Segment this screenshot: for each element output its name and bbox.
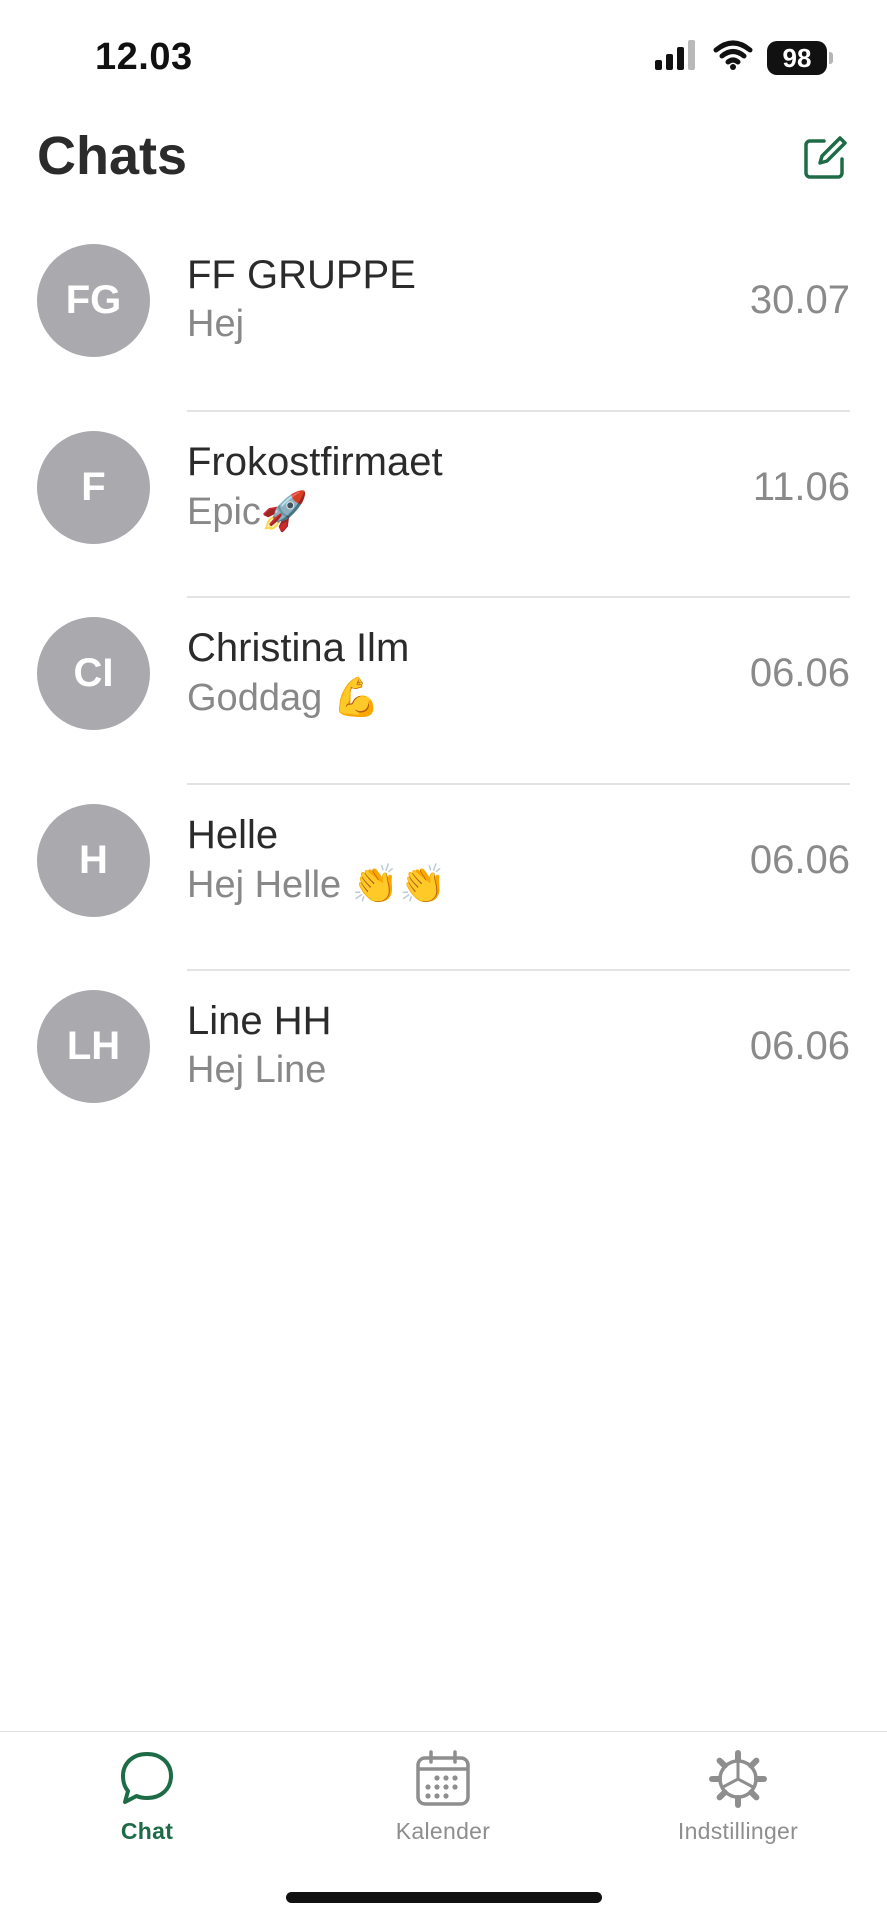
tab-chat[interactable]: Chat [47, 1742, 247, 1862]
avatar: LH [37, 990, 150, 1103]
tab-indstillinger[interactable]: Indstillinger [638, 1742, 838, 1862]
avatar: H [37, 803, 150, 917]
battery-icon: 98 [767, 40, 833, 75]
home-indicator[interactable] [286, 1892, 602, 1903]
chat-preview: Epic🚀 [187, 490, 309, 533]
status-icons: 98 [655, 40, 833, 75]
chat-row-ff-gruppe[interactable]: FG FF GRUPPE Hej 30.07 [0, 225, 887, 412]
tab-label: Indstillinger [677, 1818, 799, 1844]
tab-label: Chat [120, 1818, 174, 1844]
chat-name: FF GRUPPE [187, 253, 416, 297]
chat-preview: Hej Helle 👏👏 [187, 863, 447, 906]
compose-icon [804, 136, 847, 179]
chat-row-christina-ilm[interactable]: CI Christina Ilm Goddag 💪 06.06 [0, 598, 887, 785]
chat-date: 30.07 [749, 278, 850, 322]
chat-name: Frokostfirmaet [187, 439, 443, 484]
avatar: F [37, 430, 150, 544]
tab-kalender[interactable]: Kalender [343, 1742, 543, 1862]
chats-screen: 12.03 98 Chats FG FF GRUPPE Hej 30.07 F … [0, 0, 887, 1920]
compose-button[interactable] [800, 133, 850, 183]
avatar: CI [37, 617, 150, 730]
chat-date: 11.06 [752, 464, 850, 509]
chat-bubble-icon [121, 1752, 173, 1804]
calendar-icon [416, 1750, 470, 1806]
chat-date: 06.06 [749, 837, 850, 882]
chat-row-helle[interactable]: H Helle Hej Helle 👏👏 06.06 [0, 785, 887, 971]
chat-date: 06.06 [749, 1024, 850, 1068]
gear-icon [709, 1750, 767, 1808]
chat-list: FG FF GRUPPE Hej 30.07 F Frokostfirmaet … [0, 225, 887, 1158]
chat-name: Line HH [187, 999, 332, 1043]
tab-label: Kalender [395, 1818, 491, 1844]
chat-row-line-hh[interactable]: LH Line HH Hej Line 06.06 [0, 971, 887, 1158]
chat-name: Helle [187, 812, 279, 857]
page-title: Chats [37, 126, 188, 186]
chat-date: 06.06 [749, 651, 850, 695]
status-time: 12.03 [95, 36, 193, 78]
chat-row-frokostfirmaet[interactable]: F Frokostfirmaet Epic🚀 11.06 [0, 412, 887, 598]
header: Chats [0, 115, 887, 205]
chat-preview: Hej [187, 303, 245, 345]
chat-preview: Hej Line [187, 1049, 327, 1091]
status-bar: 12.03 98 [0, 0, 887, 100]
avatar: FG [37, 244, 150, 357]
cellular-signal-icon [655, 40, 699, 75]
chat-preview: Goddag 💪 [187, 677, 381, 719]
chat-name: Christina Ilm [187, 626, 410, 670]
wifi-icon [713, 40, 753, 75]
